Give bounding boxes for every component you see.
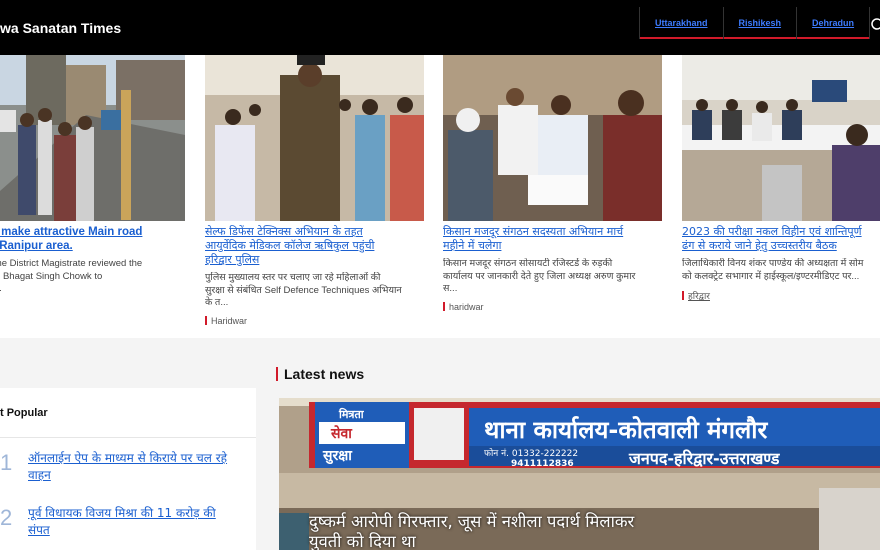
featured-card-title-line[interactable]: महीने में चलेगा — [443, 239, 662, 253]
main-nav: Uttarakhand Rishikesh Dehradun — [639, 7, 871, 39]
excerpt-line: को कलक्ट्रेट सभागार में हाईस्कूल/इण्टरमी… — [682, 270, 860, 282]
sign-district-text: जनपद-हरिद्वार-उत्तराखण्ड — [628, 449, 781, 468]
popular-title-line[interactable]: ऑनलाईन ऐप के माध्यम से किराये पर चल रहे — [28, 450, 248, 467]
featured-card-excerpt: किसान मजदूर संगठन सोसायटी रजिस्टर्ड के र… — [443, 258, 662, 296]
excerpt-line: के त... — [205, 297, 229, 308]
featured-card-excerpt: rsday, the District Magistrate reviewed … — [0, 258, 185, 296]
category-label[interactable]: हरिद्वार — [688, 289, 710, 302]
nav-item-dehradun[interactable]: Dehradun — [796, 7, 871, 39]
featured-card-title-line[interactable]: idwar Ranipur area. — [0, 239, 185, 253]
latest-hero-story[interactable]: मित्रता सेवा सुरक्षा थाना कार्यालय-कोतवा… — [279, 398, 880, 550]
featured-card-image[interactable] — [443, 55, 662, 221]
most-popular-heading: t Popular — [0, 388, 256, 438]
featured-strip: der to make attractive Main road idwar R… — [0, 55, 880, 338]
featured-card-title[interactable]: सेल्फ डिफेंस टेक्निक्स अभियान के तहत — [205, 225, 424, 239]
popular-title-line[interactable]: वाहन — [28, 467, 248, 484]
featured-card-title[interactable]: किसान मजदूर संगठन सदस्यता अभियान मार्च — [443, 225, 662, 239]
popular-rank: 1 — [0, 450, 13, 475]
category-marker — [443, 302, 445, 311]
featured-card[interactable]: किसान मजदूर संगठन सदस्यता अभियान मार्च म… — [443, 55, 662, 312]
featured-card[interactable]: सेल्फ डिफेंस टेक्निक्स अभियान के तहत आयु… — [205, 55, 424, 326]
sign-main-text: थाना कार्यालय-कोतवाली मंगलौर — [484, 416, 768, 444]
featured-card-title-line[interactable]: ढंग से कराये जाने हेतु उच्चस्तरीय बैठक — [682, 239, 880, 253]
excerpt-line: ing from Bhagat Singh Chowk to — [0, 270, 103, 282]
featured-card-title-line[interactable]: आयुर्वेदिक मेडिकल कॉलेज ऋषिकुल पहुंची — [205, 239, 424, 253]
category-marker — [682, 291, 684, 300]
featured-card-title[interactable]: 2023 की परीक्षा नकल विहीन एवं शान्तिपूर्… — [682, 225, 880, 239]
featured-card-image[interactable] — [682, 55, 880, 221]
featured-card-category[interactable]: Haridwar — [205, 316, 424, 326]
site-header: wa Sanatan Times Uttarakhand Rishikesh D… — [0, 0, 880, 55]
popular-item[interactable]: 2 पूर्व विधायक विजय मिश्रा की 11 करोड़ क… — [0, 505, 256, 539]
nav-item-uttarakhand[interactable]: Uttarakhand — [639, 7, 723, 39]
featured-card-image[interactable] — [205, 55, 424, 221]
category-label[interactable]: Haridwar — [211, 316, 247, 326]
popular-title-line[interactable]: संपत — [28, 522, 248, 539]
popular-rank: 2 — [0, 505, 13, 530]
nav-item-rishikesh[interactable]: Rishikesh — [722, 7, 797, 39]
popular-item[interactable]: 1 ऑनलाईन ऐप के माध्यम से किराये पर चल रह… — [0, 450, 256, 484]
category-marker — [205, 316, 207, 325]
popular-item-title[interactable]: ऑनलाईन ऐप के माध्यम से किराये पर चल रहे … — [28, 450, 248, 484]
sign-phone-text: फोन नं. 01332-222222 — [484, 447, 578, 459]
hero-headline-line[interactable]: दुष्कर्म आरोपी गिरफ्तार, जूस में नशीला प… — [309, 512, 880, 532]
featured-card-excerpt: पुलिस मुख्यालय स्तर पर चलाए जा रहे महिला… — [205, 272, 424, 310]
menu-edge-icon[interactable] — [864, 16, 880, 34]
excerpt-line: जिलाधिकारी विनय शंकर पाण्डेय की अध्यक्षत… — [682, 258, 864, 269]
featured-card-category[interactable]: हरिद्वार — [682, 289, 880, 302]
excerpt-line: achary... — [0, 283, 185, 296]
hero-headline-line[interactable]: युवती को दिया था — [309, 532, 880, 550]
sign-left-text: सुरक्षा — [322, 448, 353, 465]
category-label[interactable]: haridwar — [449, 302, 484, 312]
excerpt-line: पुलिस मुख्यालय स्तर पर चलाए जा रहे महिला… — [205, 272, 381, 283]
popular-item-title[interactable]: पूर्व विधायक विजय मिश्रा की 11 करोड़ की … — [28, 505, 248, 539]
most-popular-widget: t Popular 1 ऑनलाईन ऐप के माध्यम से किराय… — [0, 388, 256, 550]
excerpt-line: सुरक्षा से संबंधित Self Defence Techniqu… — [205, 284, 402, 296]
sign-left-text: सेवा — [330, 425, 353, 442]
featured-card-category[interactable]: war — [0, 302, 185, 312]
featured-card-image[interactable] — [0, 55, 185, 221]
featured-card-title-line[interactable]: हरिद्वार पुलिस — [205, 253, 424, 267]
featured-card[interactable]: 2023 की परीक्षा नकल विहीन एवं शान्तिपूर्… — [682, 55, 880, 302]
sign-left-text: मित्रता — [338, 407, 365, 421]
excerpt-line: किसान मजदूर संगठन सोसायटी रजिस्टर्ड के र… — [443, 258, 613, 269]
featured-card-title[interactable]: der to make attractive Main road — [0, 225, 185, 239]
hero-headline[interactable]: दुष्कर्म आरोपी गिरफ्तार, जूस में नशीला प… — [309, 512, 880, 550]
latest-news-label: Latest news — [284, 366, 365, 382]
popular-title-line[interactable]: पूर्व विधायक विजय मिश्रा की 11 करोड़ की — [28, 505, 248, 522]
featured-card-excerpt: जिलाधिकारी विनय शंकर पाण्डेय की अध्यक्षत… — [682, 258, 880, 283]
excerpt-line: स... — [443, 283, 458, 294]
featured-card-category[interactable]: haridwar — [443, 302, 662, 312]
featured-card[interactable]: der to make attractive Main road idwar R… — [0, 55, 185, 312]
excerpt-line: कार्यालय पर जानकारी देते हुए जिला अध्यक्… — [443, 270, 636, 282]
site-title[interactable]: wa Sanatan Times — [0, 20, 121, 36]
heading-marker — [276, 367, 278, 381]
excerpt-line: rsday, the District Magistrate reviewed … — [0, 258, 143, 269]
latest-news-heading: Latest news — [276, 366, 364, 382]
sign-mobile-text: 9411112836 — [511, 459, 574, 469]
